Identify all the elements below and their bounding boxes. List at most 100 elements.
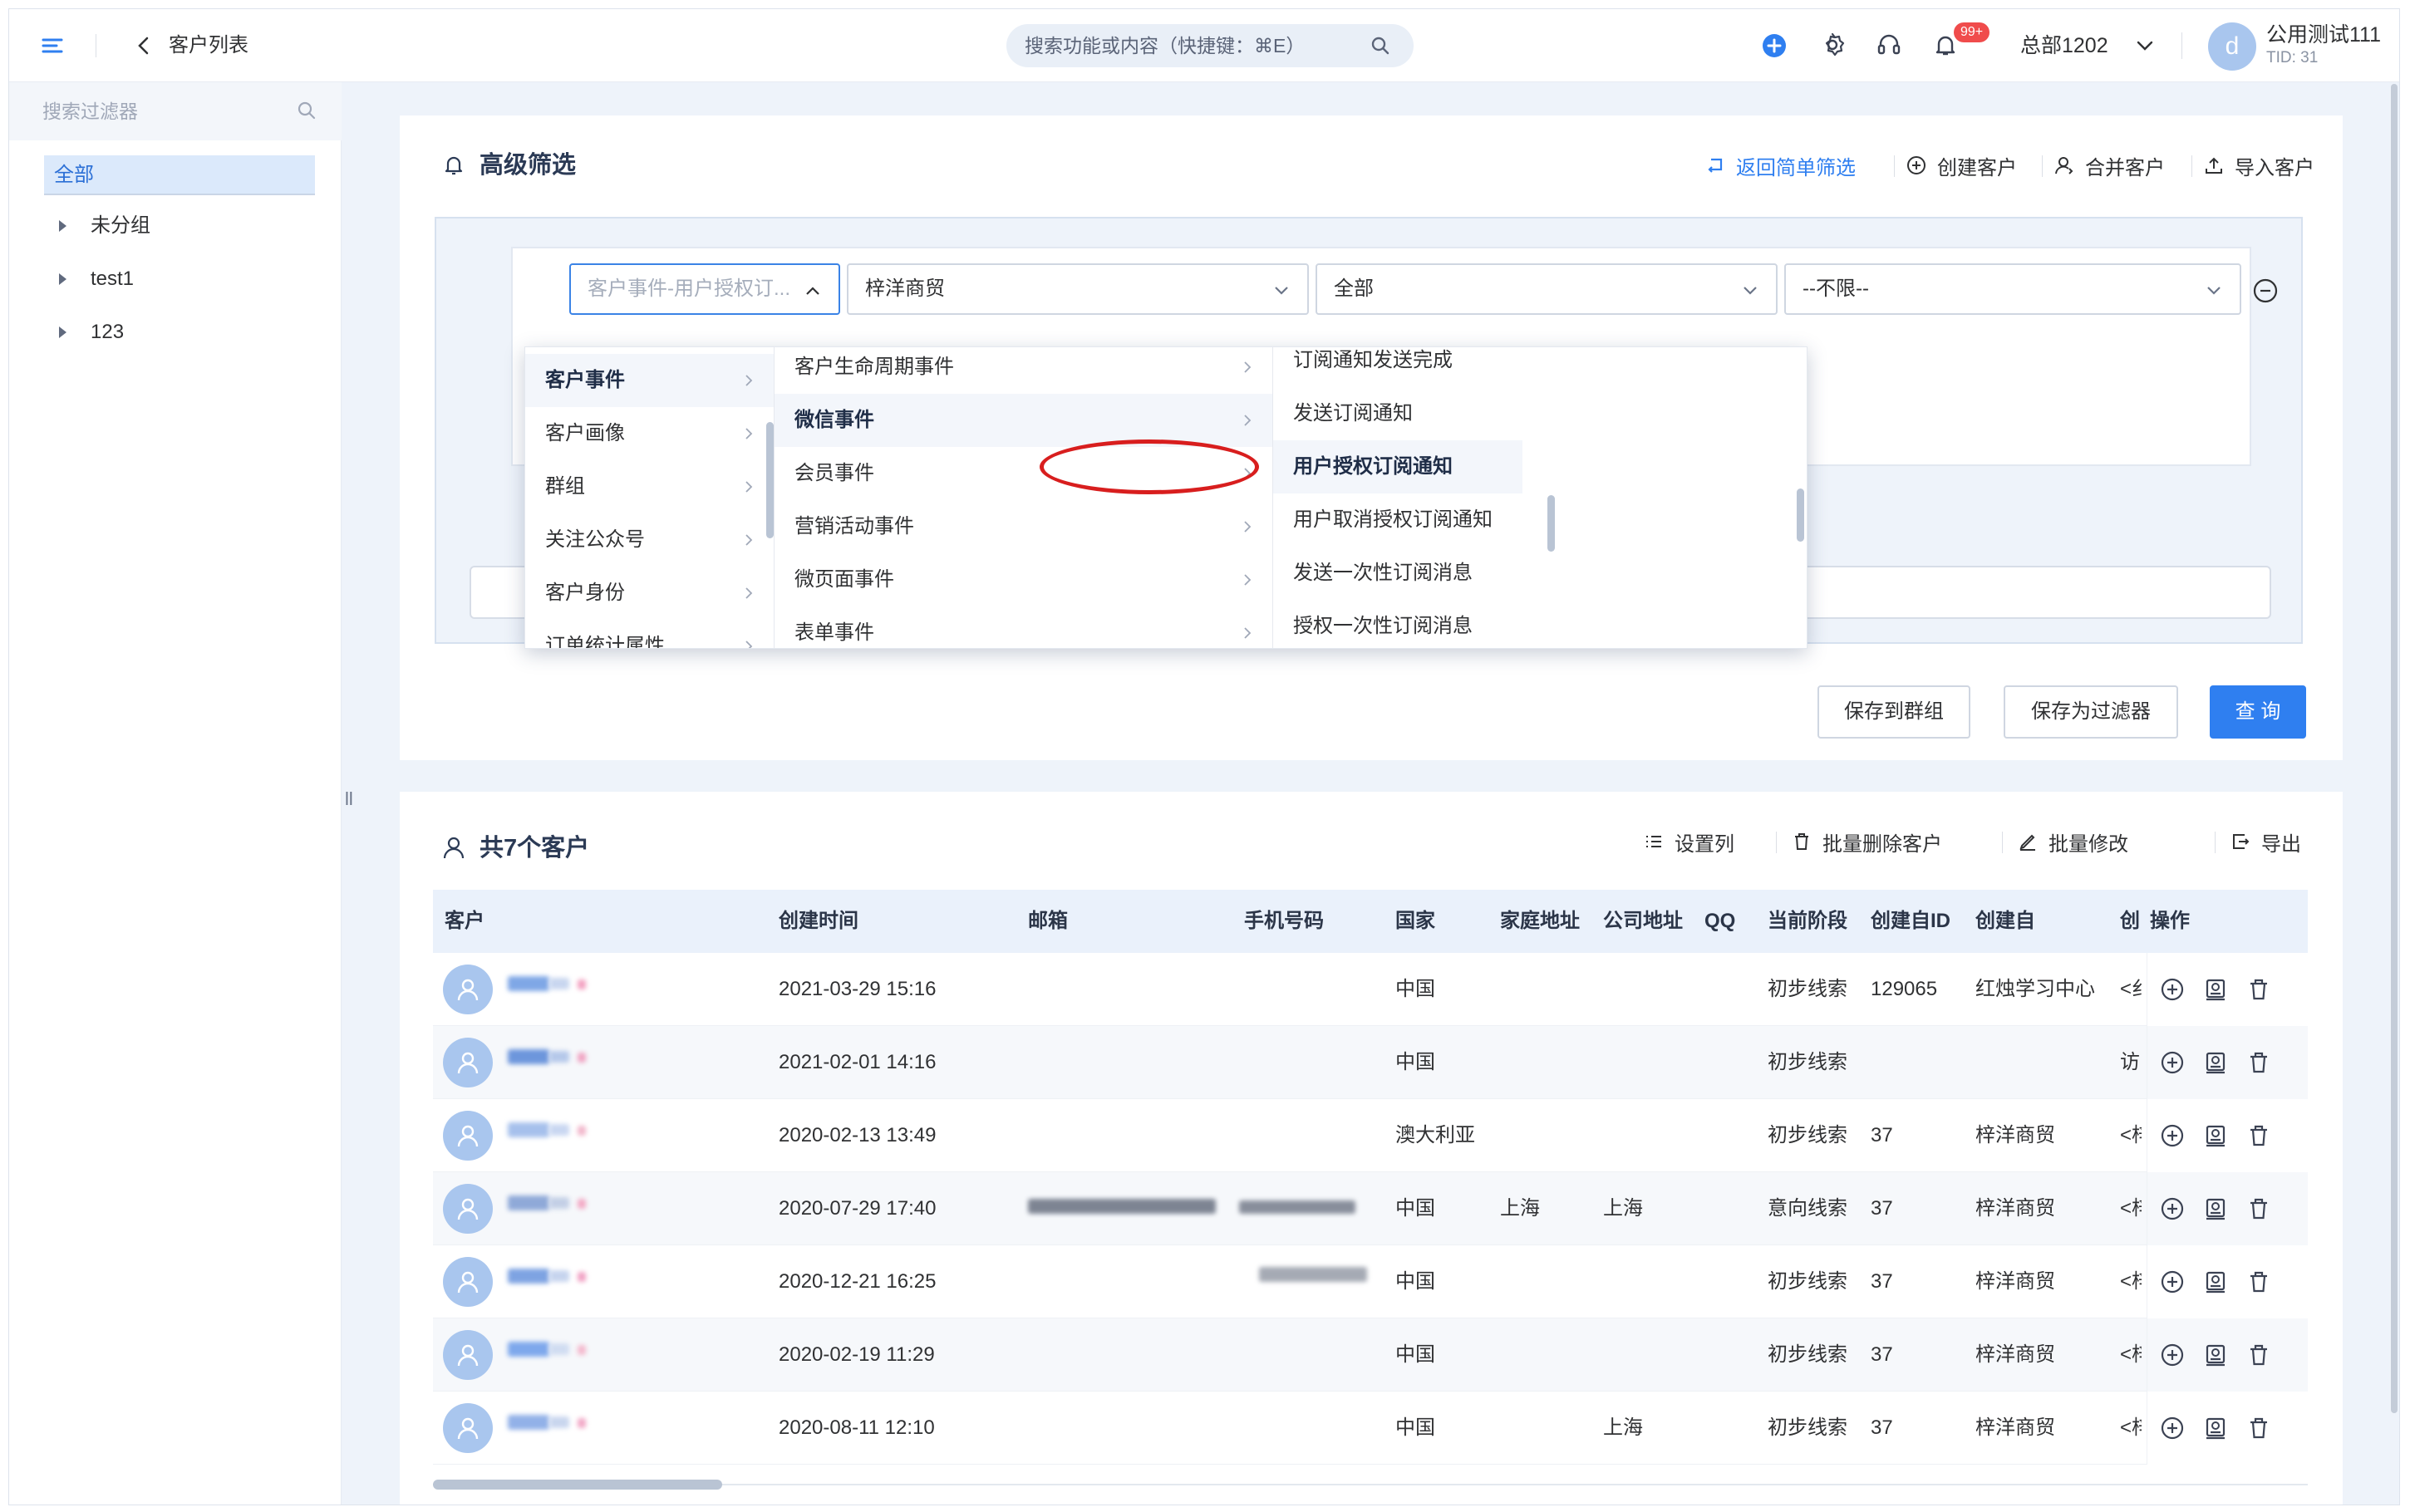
add-circle-icon[interactable] <box>2159 1122 2186 1149</box>
back-to-simple-filter-button[interactable]: 返回简单筛选 <box>1704 150 1856 180</box>
table-row[interactable]: 2021-03-29 15:16 中国 初步线索 129065 红烛学习中心 <纟 <box>433 953 2308 1026</box>
save-to-group-button[interactable]: 保存到群组 <box>1817 685 1970 739</box>
column-header[interactable]: 创建时间 <box>779 908 858 935</box>
column-header[interactable]: 邮箱 <box>1028 908 1068 935</box>
cascader-option[interactable]: 客户画像 <box>525 407 774 460</box>
trash-icon[interactable] <box>2245 1195 2272 1222</box>
cascader-option[interactable]: 用户取消授权订阅通知 <box>1273 493 1522 547</box>
sidebar-item-ungrouped[interactable]: 未分组 <box>51 210 317 243</box>
cascader-option[interactable]: 发送订阅通知 <box>1273 387 1522 440</box>
caret-right-icon[interactable] <box>59 273 66 285</box>
column-header[interactable]: 创 <box>2120 908 2143 935</box>
cascader-option[interactable]: 表单事件 <box>775 606 1272 648</box>
cascader-option[interactable]: 客户身份 <box>525 567 774 620</box>
headset-icon[interactable] <box>1876 32 1902 58</box>
column-header[interactable]: 家庭地址 <box>1500 908 1580 935</box>
customer-avatar[interactable] <box>443 1038 493 1087</box>
trash-icon[interactable] <box>2245 1122 2272 1149</box>
trash-icon[interactable] <box>2245 976 2272 1003</box>
column-header[interactable]: 公司地址 <box>1603 908 1683 935</box>
cascader-option[interactable]: 客户生命周期事件 <box>775 347 1272 394</box>
column-header[interactable]: 手机号码 <box>1244 908 1324 935</box>
cascader-option[interactable]: 授权一次性订阅消息 <box>1273 600 1522 648</box>
back-arrow-icon[interactable] <box>132 34 155 57</box>
cascader-option[interactable]: 订阅通知发送完成 <box>1273 347 1522 387</box>
column-header[interactable]: 创建自ID <box>1871 908 1950 935</box>
column-header[interactable]: 当前阶段 <box>1768 908 1847 935</box>
trash-icon[interactable] <box>2245 1342 2272 1368</box>
sidebar-item-123[interactable]: 123 <box>51 317 317 350</box>
table-row[interactable]: 2020-08-11 12:10 中国 上海 初步线索 37 梓洋商贸 <梓 <box>433 1392 2308 1465</box>
create-customer-button[interactable]: 创建客户 <box>1894 150 2017 180</box>
cascader-option[interactable]: 营销活动事件 <box>775 500 1272 553</box>
remove-condition-icon[interactable] <box>2251 277 2280 305</box>
cascader-option[interactable]: 发送一次性订阅消息 <box>1273 547 1522 600</box>
set-columns-button[interactable]: 设置列 <box>1643 827 1734 857</box>
customer-avatar[interactable] <box>443 1330 493 1380</box>
cascader-scrollbar[interactable] <box>766 422 774 538</box>
save-as-filter-button[interactable]: 保存为过滤器 <box>2004 685 2178 739</box>
scope-select[interactable]: 全部 <box>1316 263 1778 315</box>
column-header[interactable]: 创建自 <box>1975 908 2035 935</box>
customer-avatar[interactable] <box>443 1257 493 1307</box>
trash-icon[interactable] <box>2245 1049 2272 1076</box>
user-name[interactable]: 公用测试111 <box>2266 22 2381 47</box>
export-button[interactable]: 导出 <box>2215 827 2301 857</box>
table-row[interactable]: 2021-02-01 14:16 中国 初步线索 访| <box>433 1026 2308 1099</box>
cascader-scrollbar[interactable] <box>1797 488 1804 542</box>
cascader-option[interactable]: 关注公众号 <box>525 513 774 567</box>
cascader-option[interactable]: 客户事件 <box>525 354 774 407</box>
table-row[interactable]: 2020-12-21 16:25 中国 初步线索 37 梓洋商贸 <梓 <box>433 1245 2308 1318</box>
add-circle-icon[interactable] <box>2159 1269 2186 1295</box>
org-selector[interactable]: 总部1202 <box>2020 32 2108 59</box>
event-type-select[interactable]: 客户事件-用户授权订... <box>569 263 840 315</box>
cascader-option[interactable]: 群组 <box>525 460 774 513</box>
column-header[interactable]: 国家 <box>1395 908 1435 935</box>
import-customer-button[interactable]: 导入客户 <box>2191 150 2314 180</box>
chevron-down-icon[interactable] <box>2133 34 2157 57</box>
add-circle-icon[interactable] <box>1761 32 1788 59</box>
cascader-option[interactable]: 微页面事件 <box>775 553 1272 606</box>
query-button[interactable]: 查 询 <box>2210 685 2306 739</box>
batch-edit-button[interactable]: 批量修改 <box>2002 827 2128 857</box>
customer-avatar[interactable] <box>443 1111 493 1161</box>
add-circle-icon[interactable] <box>2159 1049 2186 1076</box>
customer-card-icon[interactable] <box>2202 976 2229 1003</box>
customer-card-icon[interactable] <box>2202 1195 2229 1222</box>
company-select[interactable]: 梓洋商贸 <box>847 263 1309 315</box>
customer-avatar[interactable] <box>443 1403 493 1453</box>
table-row[interactable]: 2020-02-13 13:49 澳大利亚 初步线索 37 梓洋商贸 <梓 <box>433 1099 2308 1172</box>
sidebar-item-test1[interactable]: test1 <box>51 263 317 297</box>
customer-card-icon[interactable] <box>2202 1269 2229 1295</box>
global-search-input[interactable]: 搜索功能或内容（快捷键：⌘E） <box>1006 24 1414 67</box>
customer-card-icon[interactable] <box>2202 1415 2229 1441</box>
cascader-option[interactable]: 订单统计属性 <box>525 620 774 648</box>
horizontal-scrollbar[interactable] <box>433 1480 722 1490</box>
add-circle-icon[interactable] <box>2159 976 2186 1003</box>
menu-icon[interactable] <box>39 32 66 59</box>
add-circle-icon[interactable] <box>2159 1415 2186 1441</box>
batch-delete-button[interactable]: 批量删除客户 <box>1776 827 1942 857</box>
customer-avatar[interactable] <box>443 1184 493 1234</box>
cascader-scrollbar[interactable] <box>1547 495 1555 552</box>
column-header[interactable]: QQ <box>1704 908 1735 935</box>
gear-icon[interactable] <box>1819 32 1846 58</box>
table-row[interactable]: 2020-02-19 11:29 中国 初步线索 37 梓洋商贸 <梓 <box>433 1318 2308 1392</box>
avatar[interactable]: d <box>2208 22 2256 71</box>
column-header[interactable]: 客户 <box>445 908 484 935</box>
cascader-option[interactable]: 微信事件 <box>775 394 1272 447</box>
trash-icon[interactable] <box>2245 1269 2272 1295</box>
customer-card-icon[interactable] <box>2202 1342 2229 1368</box>
trash-icon[interactable] <box>2245 1415 2272 1441</box>
add-circle-icon[interactable] <box>2159 1342 2186 1368</box>
merge-customer-button[interactable]: 合并客户 <box>2042 150 2165 180</box>
customer-card-icon[interactable] <box>2202 1049 2229 1076</box>
table-row[interactable]: 2020-07-29 17:40 中国 上海 上海 意向线索 37 梓洋商贸 <梓 <box>433 1172 2308 1245</box>
caret-right-icon[interactable] <box>59 220 66 232</box>
customer-avatar[interactable] <box>443 965 493 1014</box>
customer-card-icon[interactable] <box>2202 1122 2229 1149</box>
cascader-option[interactable]: 用户授权订阅通知 <box>1273 440 1522 493</box>
limit-select[interactable]: --不限-- <box>1784 263 2241 315</box>
page-scrollbar[interactable] <box>2391 84 2398 1413</box>
sidebar-collapse-handle[interactable]: ll <box>345 788 353 810</box>
